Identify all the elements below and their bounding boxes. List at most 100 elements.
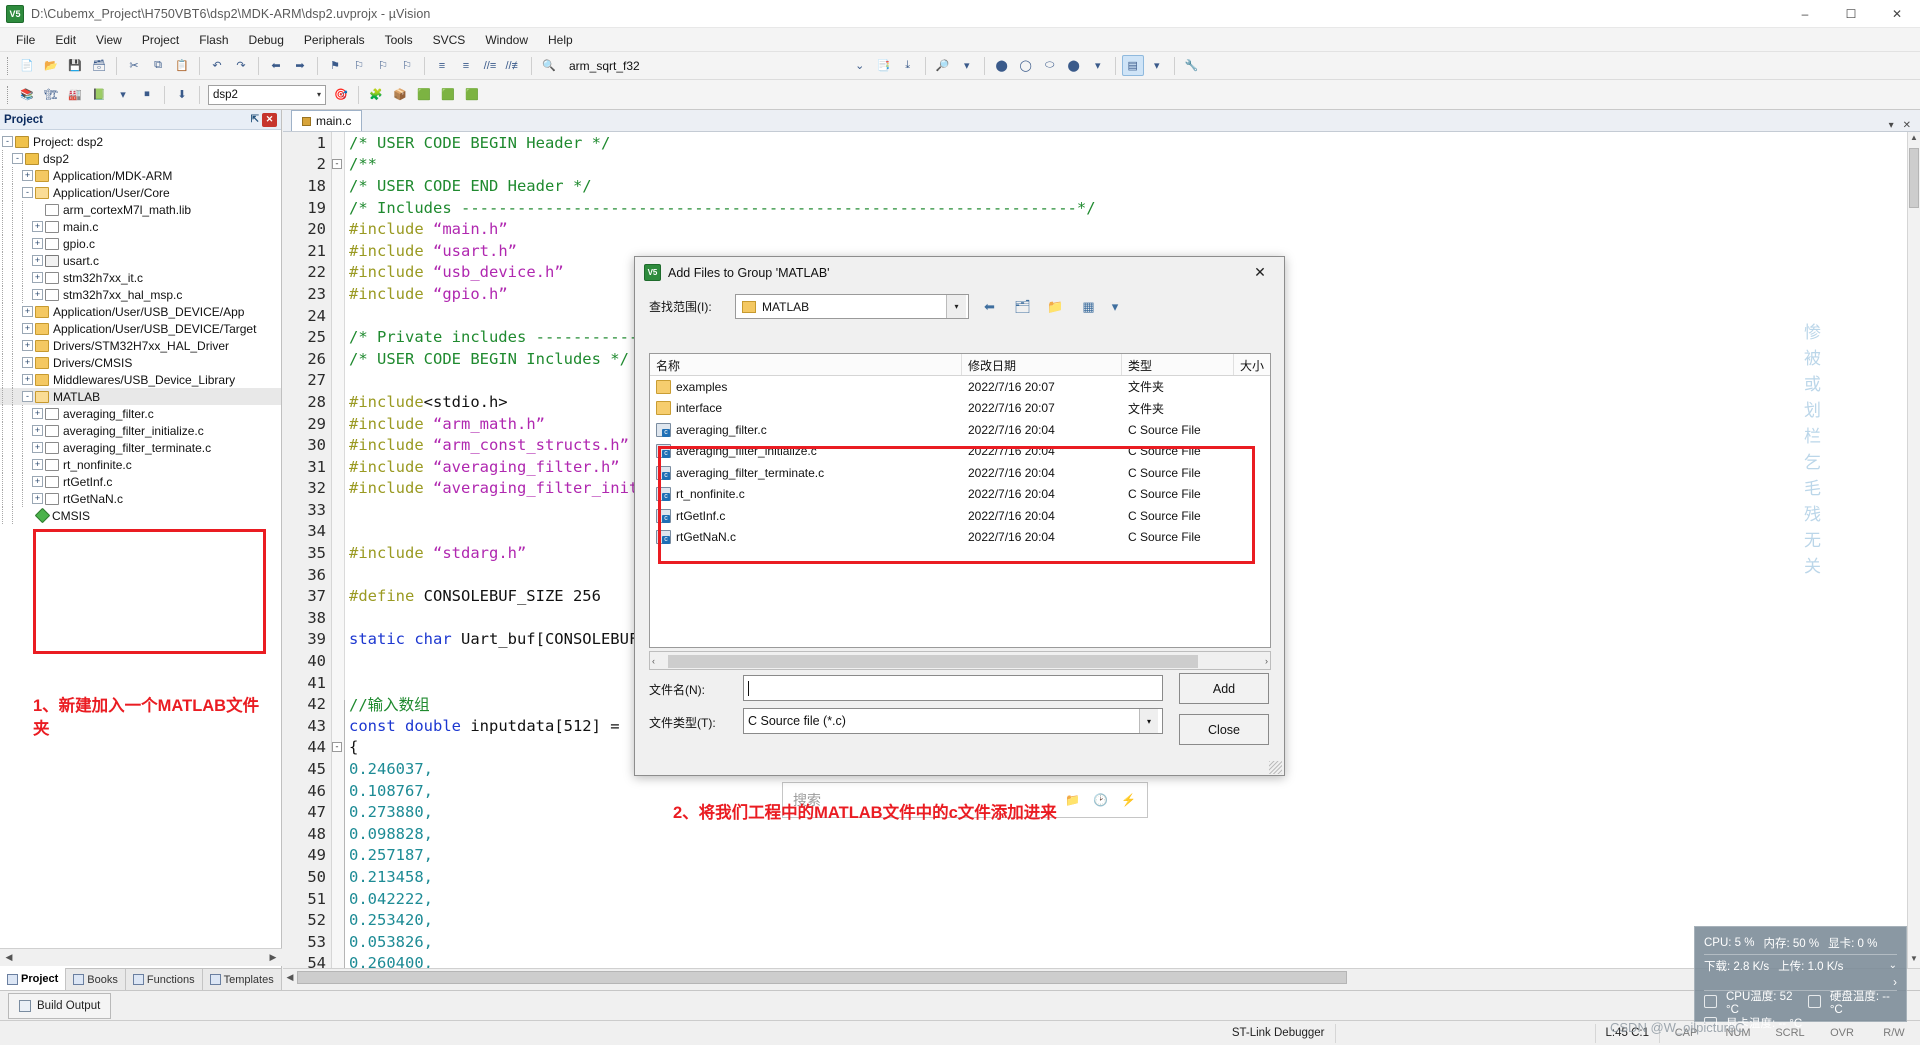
tree-expander[interactable]: +	[22, 306, 33, 317]
tree-item-matlab[interactable]: - MATLAB	[0, 388, 281, 405]
code-line[interactable]: 52 0.253420,	[283, 909, 1920, 931]
bookmark-next-icon[interactable]: ⚐	[372, 55, 394, 76]
save-all-icon[interactable]: 🗃	[88, 55, 110, 76]
tree-expander[interactable]: -	[2, 136, 13, 147]
minimize-button[interactable]: –	[1782, 0, 1828, 28]
manage-components-icon[interactable]: 🧩	[365, 84, 387, 105]
menu-tools[interactable]: Tools	[375, 30, 423, 50]
up-folder-icon[interactable]: 🗂	[1010, 295, 1035, 319]
code-line[interactable]: 50 0.213458,	[283, 866, 1920, 888]
toolbar-grip[interactable]	[7, 56, 12, 75]
code-line[interactable]: 54 0.260400,	[283, 953, 1920, 968]
bookmark-prev-icon[interactable]: ⚐	[348, 55, 370, 76]
tree-expander[interactable]: +	[22, 170, 33, 181]
copy-icon[interactable]: ⧉	[147, 55, 169, 76]
menu-help[interactable]: Help	[538, 30, 583, 50]
tree-item-application-user-usb-device-target[interactable]: + Application/User/USB_DEVICE/Target	[0, 320, 281, 337]
tree-expander[interactable]: +	[22, 357, 33, 368]
navigate-forward-icon[interactable]: ➡	[289, 55, 311, 76]
target-options-icon[interactable]: 🎯	[330, 84, 352, 105]
tree-expander[interactable]: +	[32, 238, 43, 249]
menu-peripherals[interactable]: Peripherals	[294, 30, 375, 50]
menu-view[interactable]: View	[86, 30, 132, 50]
tree-expander[interactable]: +	[22, 374, 33, 385]
chevron-down-icon[interactable]: ▾	[946, 295, 966, 318]
scrollbar-thumb[interactable]	[1909, 148, 1919, 208]
new-folder-icon[interactable]: 📁	[1043, 295, 1068, 319]
undo-icon[interactable]: ↶	[206, 55, 228, 76]
find-in-files-icon[interactable]: 🔍	[538, 55, 560, 76]
panel-tab-books[interactable]: Books	[66, 969, 126, 990]
look-in-combo[interactable]: MATLAB ▾	[735, 294, 969, 319]
tree-item-application-user-usb-device-app[interactable]: + Application/User/USB_DEVICE/App	[0, 303, 281, 320]
window-layout-icon[interactable]: ▤	[1121, 55, 1144, 76]
editor-horizontal-scrollbar[interactable]: ◀	[283, 968, 1920, 986]
filename-input[interactable]	[743, 675, 1163, 701]
navigate-back-icon[interactable]: ⬅	[265, 55, 287, 76]
debug-query-dropdown-icon[interactable]: ▾	[956, 55, 978, 76]
target-combo[interactable]: dsp2 ▾	[208, 84, 326, 105]
chevron-down-icon[interactable]: ▾	[1139, 709, 1158, 733]
project-panel-hscrollbar[interactable]: ◀ ▶	[0, 948, 282, 966]
add-button[interactable]: Add	[1179, 673, 1269, 704]
tree-expander[interactable]: +	[32, 476, 43, 487]
pack-manage-icon[interactable]: 🟩	[437, 84, 459, 105]
code-line[interactable]: 19 /* Includes --------------------------…	[283, 197, 1920, 219]
tree-item-application-mdk-arm[interactable]: + Application/MDK-ARM	[0, 167, 281, 184]
tree-item-averaging-filter-c[interactable]: + averaging_filter.c	[0, 405, 281, 422]
menu-file[interactable]: File	[6, 30, 45, 50]
tree-item-main-c[interactable]: + main.c	[0, 218, 281, 235]
bookmark-toggle-icon[interactable]: ⚑	[324, 55, 346, 76]
breakpoint-dropdown-icon[interactable]: ▾	[1087, 55, 1109, 76]
scroll-up-icon[interactable]: ▲	[1909, 133, 1919, 146]
fold-toggle[interactable]: -	[329, 159, 345, 170]
find-combo-dropdown-icon[interactable]: ⌄	[849, 55, 871, 76]
tree-expander[interactable]: -	[22, 391, 33, 402]
file-list-hscrollbar[interactable]: ‹ ›	[649, 651, 1271, 670]
batch-build-dropdown-icon[interactable]: ▾	[112, 84, 134, 105]
tree-item-cmsis[interactable]: CMSIS	[0, 507, 281, 524]
tree-expander[interactable]: +	[32, 221, 43, 232]
menu-flash[interactable]: Flash	[189, 30, 238, 50]
close-icon[interactable]: ✕	[262, 112, 277, 127]
project-panel-tabs[interactable]: Project Books Functions Templates	[0, 968, 282, 990]
menu-edit[interactable]: Edit	[45, 30, 86, 50]
tree-expander[interactable]: +	[32, 255, 43, 266]
column-header-date[interactable]: 修改日期	[962, 354, 1122, 375]
pin-icon[interactable]: ⇱	[251, 114, 259, 125]
kill-breakpoints-icon[interactable]: ⬤	[1063, 55, 1085, 76]
goto-definition-icon[interactable]: ⤓	[897, 55, 919, 76]
tree-expander[interactable]: +	[32, 425, 43, 436]
tree-expander[interactable]: +	[32, 289, 43, 300]
toolbar-grip[interactable]	[7, 85, 12, 104]
back-arrow-icon[interactable]: ⬅	[977, 295, 1002, 319]
resize-grip[interactable]	[1269, 761, 1282, 774]
editor-tab-main-c[interactable]: main.c	[291, 110, 363, 131]
tree-item-averaging-filter-initialize-c[interactable]: + averaging_filter_initialize.c	[0, 422, 281, 439]
bookmark-clear-icon[interactable]: ⚐	[396, 55, 418, 76]
file-row[interactable]: examples 2022/7/16 20:07 文件夹	[650, 376, 1270, 398]
chevron-down-icon[interactable]: ⌄	[1889, 960, 1897, 971]
tree-expander[interactable]: +	[32, 442, 43, 453]
file-row[interactable]: interface 2022/7/16 20:07 文件夹	[650, 398, 1270, 420]
tree-expander[interactable]: +	[32, 459, 43, 470]
build-icon[interactable]: 🏗	[40, 84, 62, 105]
tree-item-gpio-c[interactable]: + gpio.c	[0, 235, 281, 252]
tree-item-arm-cortexm7l-math-lib[interactable]: arm_cortexM7l_math.lib	[0, 201, 281, 218]
save-icon[interactable]: 💾	[64, 55, 86, 76]
column-header-name[interactable]: 名称	[650, 354, 962, 375]
code-line[interactable]: 48 0.098828,	[283, 823, 1920, 845]
file-list[interactable]: 名称 修改日期 类型 大小 examples 2022/7/16 20:07 文件夹…	[649, 353, 1271, 648]
tree-item-averaging-filter-terminate-c[interactable]: + averaging_filter_terminate.c	[0, 439, 281, 456]
menu-window[interactable]: Window	[475, 30, 538, 50]
stop-build-icon[interactable]: ⏹	[136, 84, 158, 105]
uncomment-icon[interactable]: //≢	[503, 55, 525, 76]
panel-tab-project[interactable]: Project	[0, 968, 67, 990]
code-line[interactable]: 18 /* USER CODE END Header */	[283, 175, 1920, 197]
view-mode-icon[interactable]: ▦	[1076, 295, 1101, 319]
tree-item-drivers-cmsis[interactable]: + Drivers/CMSIS	[0, 354, 281, 371]
tab-close-icon[interactable]: ✕	[1903, 120, 1911, 131]
tree-item-application-user-core[interactable]: - Application/User/Core	[0, 184, 281, 201]
panel-tab-templates[interactable]: Templates	[203, 969, 282, 990]
scrollbar-thumb[interactable]	[668, 655, 1198, 668]
